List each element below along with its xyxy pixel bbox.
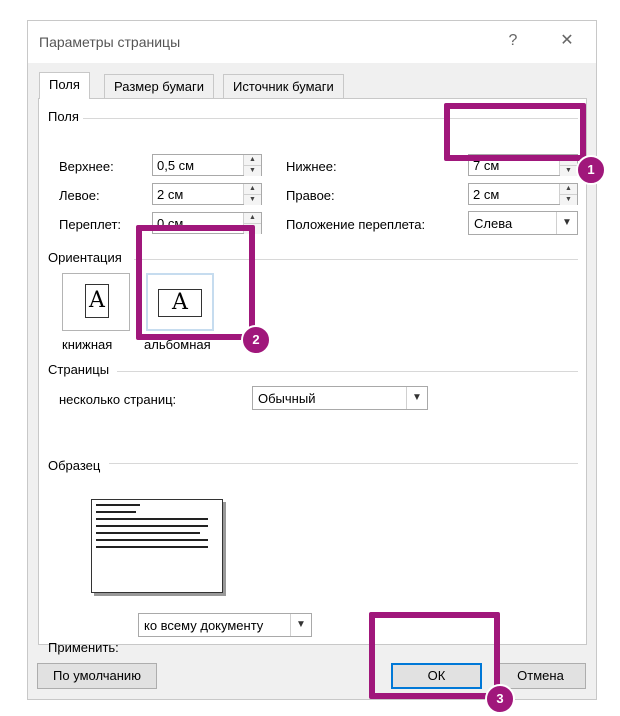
apply-select[interactable]: ко всему документу ▼ bbox=[138, 613, 312, 637]
arrow-down-icon: ▼ bbox=[560, 165, 577, 176]
chevron-down-icon[interactable]: ▼ bbox=[406, 387, 427, 409]
help-button[interactable]: ? bbox=[502, 30, 524, 52]
preview-line bbox=[96, 511, 136, 513]
step-badge-1: 1 bbox=[576, 155, 606, 185]
left-margin-label: Левое: bbox=[59, 188, 100, 203]
top-margin-label: Верхнее: bbox=[59, 159, 114, 174]
arrow-down-icon: ▼ bbox=[560, 194, 577, 205]
apply-label: Применить: bbox=[48, 640, 119, 655]
preview-group-label: Образец bbox=[48, 458, 101, 473]
pages-group-label: Страницы bbox=[48, 362, 110, 377]
close-button[interactable]: ✕ bbox=[556, 30, 578, 52]
portrait-label[interactable]: книжная bbox=[62, 337, 112, 352]
divider bbox=[109, 463, 578, 464]
margins-group-label: Поля bbox=[48, 109, 79, 124]
portrait-option[interactable]: A bbox=[62, 273, 130, 331]
tab-margins[interactable]: Поля bbox=[39, 72, 90, 99]
spin-arrows[interactable]: ▲ ▼ bbox=[243, 184, 261, 205]
left-margin-input[interactable]: 2 см ▲ ▼ bbox=[152, 183, 262, 205]
divider bbox=[117, 371, 578, 372]
title-bar: Параметры страницы ? ✕ bbox=[28, 21, 596, 63]
right-margin-label: Правое: bbox=[286, 188, 335, 203]
chevron-down-icon[interactable]: ▼ bbox=[556, 212, 577, 234]
gutter-position-select[interactable]: Слева ▼ bbox=[468, 211, 578, 235]
preview-line bbox=[96, 546, 208, 548]
preview-line bbox=[96, 504, 140, 506]
highlight-bottom-margin bbox=[444, 103, 586, 161]
orientation-group-label: Ориентация bbox=[48, 250, 122, 265]
preview-line bbox=[96, 518, 208, 520]
highlight-landscape bbox=[136, 225, 255, 340]
dialog-title: Параметры страницы bbox=[39, 34, 181, 50]
cancel-button[interactable]: Отмена bbox=[495, 663, 586, 689]
highlight-ok bbox=[369, 612, 500, 699]
tab-paper-size[interactable]: Размер бумаги bbox=[104, 74, 214, 98]
multiple-pages-label: несколько страниц: bbox=[59, 392, 177, 407]
top-margin-input[interactable]: 0,5 см ▲ ▼ bbox=[152, 154, 262, 176]
set-default-button[interactable]: По умолчанию bbox=[37, 663, 157, 689]
preview-page bbox=[91, 499, 223, 593]
step-badge-2: 2 bbox=[241, 325, 271, 355]
gutter-position-label: Положение переплета: bbox=[286, 217, 426, 232]
portrait-page-icon: A bbox=[85, 284, 109, 318]
preview-line bbox=[96, 532, 200, 534]
arrow-up-icon: ▲ bbox=[244, 213, 261, 223]
tab-paper-source[interactable]: Источник бумаги bbox=[223, 74, 344, 98]
multiple-pages-select[interactable]: Обычный ▼ bbox=[252, 386, 428, 410]
preview-line bbox=[96, 525, 208, 527]
preview-line bbox=[96, 539, 208, 541]
gutter-label: Переплет: bbox=[59, 217, 122, 232]
spin-arrows[interactable]: ▲ ▼ bbox=[559, 184, 577, 205]
bottom-margin-label: Нижнее: bbox=[286, 159, 337, 174]
right-margin-input[interactable]: 2 см ▲ ▼ bbox=[468, 183, 578, 205]
spin-arrows[interactable]: ▲ ▼ bbox=[243, 155, 261, 176]
arrow-up-icon: ▲ bbox=[560, 184, 577, 194]
step-badge-3: 3 bbox=[485, 684, 515, 714]
arrow-down-icon: ▼ bbox=[244, 194, 261, 205]
arrow-up-icon: ▲ bbox=[244, 184, 261, 194]
chevron-down-icon[interactable]: ▼ bbox=[290, 614, 311, 636]
arrow-down-icon: ▼ bbox=[244, 165, 261, 176]
arrow-up-icon: ▲ bbox=[244, 155, 261, 165]
